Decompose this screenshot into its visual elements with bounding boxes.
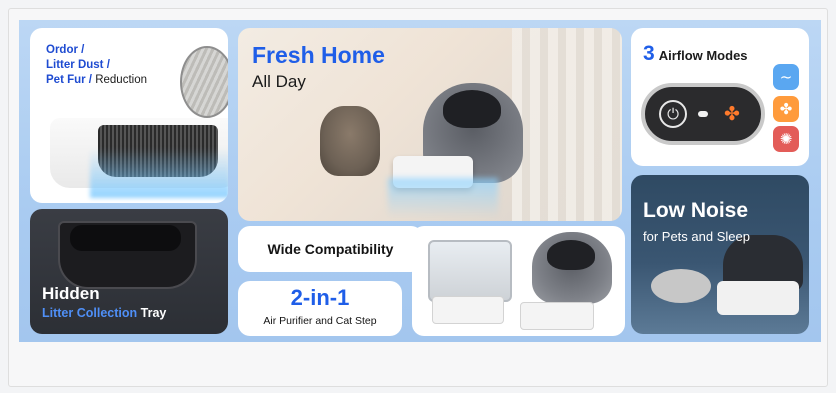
litter-box-opening	[547, 240, 595, 270]
litter-box-opening	[443, 90, 501, 128]
breeze-mode-icon: ~	[773, 64, 799, 90]
two-in-one-panel: 2-in-1 Air Purifier and Cat Step	[238, 281, 402, 336]
wide-compatibility-title: Wide Compatibility	[267, 241, 394, 257]
tray-label: Tray	[137, 306, 167, 320]
low-noise-title: Low Noise	[643, 199, 749, 222]
hidden-title: Hidden	[42, 284, 100, 303]
fan-icon: ✤	[724, 103, 740, 125]
airflow-modes-label: Airflow Modes	[658, 48, 748, 63]
airflow-modes-panel: 3 Airflow Modes ⏻ ✤ ~ ✤ ✺	[631, 28, 809, 166]
litter-tray-inner	[70, 225, 181, 251]
fresh-home-subtitle: All Day	[252, 72, 306, 91]
sleeping-cat-image	[651, 269, 711, 303]
control-panel-image: ⏻ ✤	[641, 83, 765, 145]
cat-step-purifier-image	[432, 296, 504, 324]
cat-image	[320, 106, 380, 176]
compatibility-products-panel	[412, 226, 625, 336]
litter-dust-line: Litter Dust /	[46, 59, 110, 71]
reduction-label: Reduction	[92, 74, 147, 86]
power-icon: ⏻	[659, 100, 687, 128]
airflow-modes-count: 3	[643, 42, 655, 65]
filter-closeup-image	[180, 46, 228, 118]
fresh-home-panel: Fresh Home All Day	[238, 28, 622, 221]
hidden-subtitle: Litter Collection Tray	[42, 306, 166, 320]
odor-reduction-text: Ordor / Litter Dust / Pet Fur / Reductio…	[46, 43, 147, 88]
low-noise-panel: Low Noise for Pets and Sleep	[631, 175, 809, 334]
pet-fur-line: Pet Fur /	[46, 74, 93, 86]
cat-step-purifier-image	[520, 302, 594, 330]
fresh-home-title: Fresh Home	[252, 42, 385, 68]
low-noise-subtitle: for Pets and Sleep	[643, 229, 750, 244]
airflow-effect	[90, 148, 228, 198]
airflow-effect	[388, 178, 498, 218]
odor-reduction-panel: Ordor / Litter Dust / Pet Fur / Reductio…	[30, 28, 228, 203]
cat-step-purifier-image	[717, 281, 799, 315]
two-in-one-subtitle: Air Purifier and Cat Step	[263, 315, 377, 327]
curtain-image	[512, 28, 622, 221]
litter-collection-label: Litter Collection	[42, 306, 138, 320]
fan-mode-icon: ✤	[773, 96, 799, 122]
odor-line: Ordor /	[46, 44, 85, 56]
hidden-tray-panel: Hidden Litter Collection Tray	[30, 209, 228, 334]
open-litter-box-image	[428, 240, 512, 302]
two-in-one-title: 2-in-1	[290, 285, 350, 310]
wide-compatibility-panel: Wide Compatibility	[238, 226, 423, 272]
indicator-light	[698, 111, 708, 117]
airflow-modes-title: 3 Airflow Modes	[643, 42, 748, 66]
strong-fan-mode-icon: ✺	[773, 126, 799, 152]
